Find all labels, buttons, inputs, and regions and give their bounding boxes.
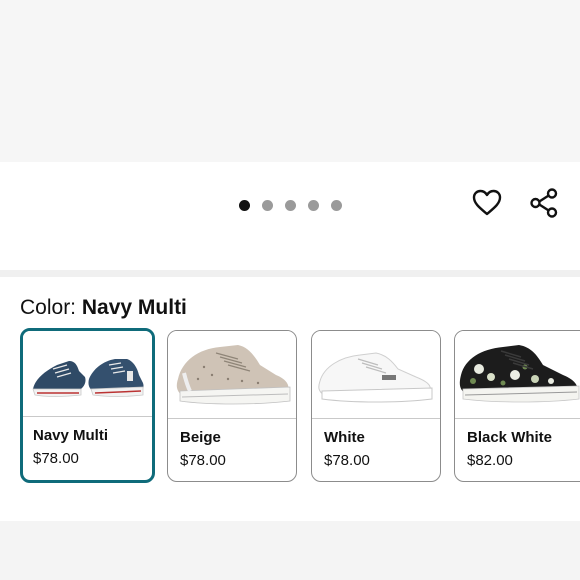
swatch-image-white <box>312 331 440 419</box>
navy-sneakers-image <box>32 359 144 397</box>
swatch-price: $82.00 <box>467 452 513 469</box>
share-button[interactable] <box>527 186 561 220</box>
swatch-price: $78.00 <box>324 452 370 469</box>
swatch-name: Beige <box>180 429 221 446</box>
black-floral-sneaker-image <box>459 345 580 403</box>
share-icon <box>530 188 558 218</box>
carousel-dot-5[interactable] <box>331 200 342 211</box>
carousel-dot-4[interactable] <box>308 200 319 211</box>
heart-outline-icon <box>472 189 502 216</box>
swatch-name: White <box>324 429 365 446</box>
bottom-section-background <box>0 521 580 580</box>
swatch-name: Black White <box>467 429 553 446</box>
swatch-image-navy-multi <box>23 331 152 417</box>
carousel-dot-2[interactable] <box>262 200 273 211</box>
favorite-button[interactable] <box>470 186 504 220</box>
product-image-area[interactable] <box>0 0 580 162</box>
color-swatch-white[interactable]: White $78.00 <box>311 330 441 482</box>
section-divider <box>0 270 580 277</box>
color-heading: Color: Navy Multi <box>20 295 187 321</box>
swatch-name: Navy Multi <box>33 427 109 444</box>
gallery-controls <box>0 162 580 270</box>
color-swatch-navy-multi[interactable]: Navy Multi $78.00 <box>20 328 155 483</box>
selected-color-name: Navy Multi <box>81 296 187 319</box>
swatch-price: $78.00 <box>33 450 79 467</box>
carousel-dot-3[interactable] <box>285 200 296 211</box>
white-sneaker-image <box>318 352 433 403</box>
swatch-image-black-white <box>455 331 580 419</box>
color-label: Color: <box>20 296 77 319</box>
carousel-dot-1[interactable] <box>239 200 250 211</box>
beige-sneaker-image <box>176 345 291 405</box>
color-selector: Color: Navy Multi Navy Multi $78.00 Beig… <box>0 277 580 521</box>
color-swatch-beige[interactable]: Beige $78.00 <box>167 330 297 482</box>
color-swatch-black-white[interactable]: Black White $82.00 <box>454 330 580 482</box>
swatch-image-beige <box>168 331 296 419</box>
swatch-price: $78.00 <box>180 452 226 469</box>
carousel-dots <box>239 200 342 211</box>
